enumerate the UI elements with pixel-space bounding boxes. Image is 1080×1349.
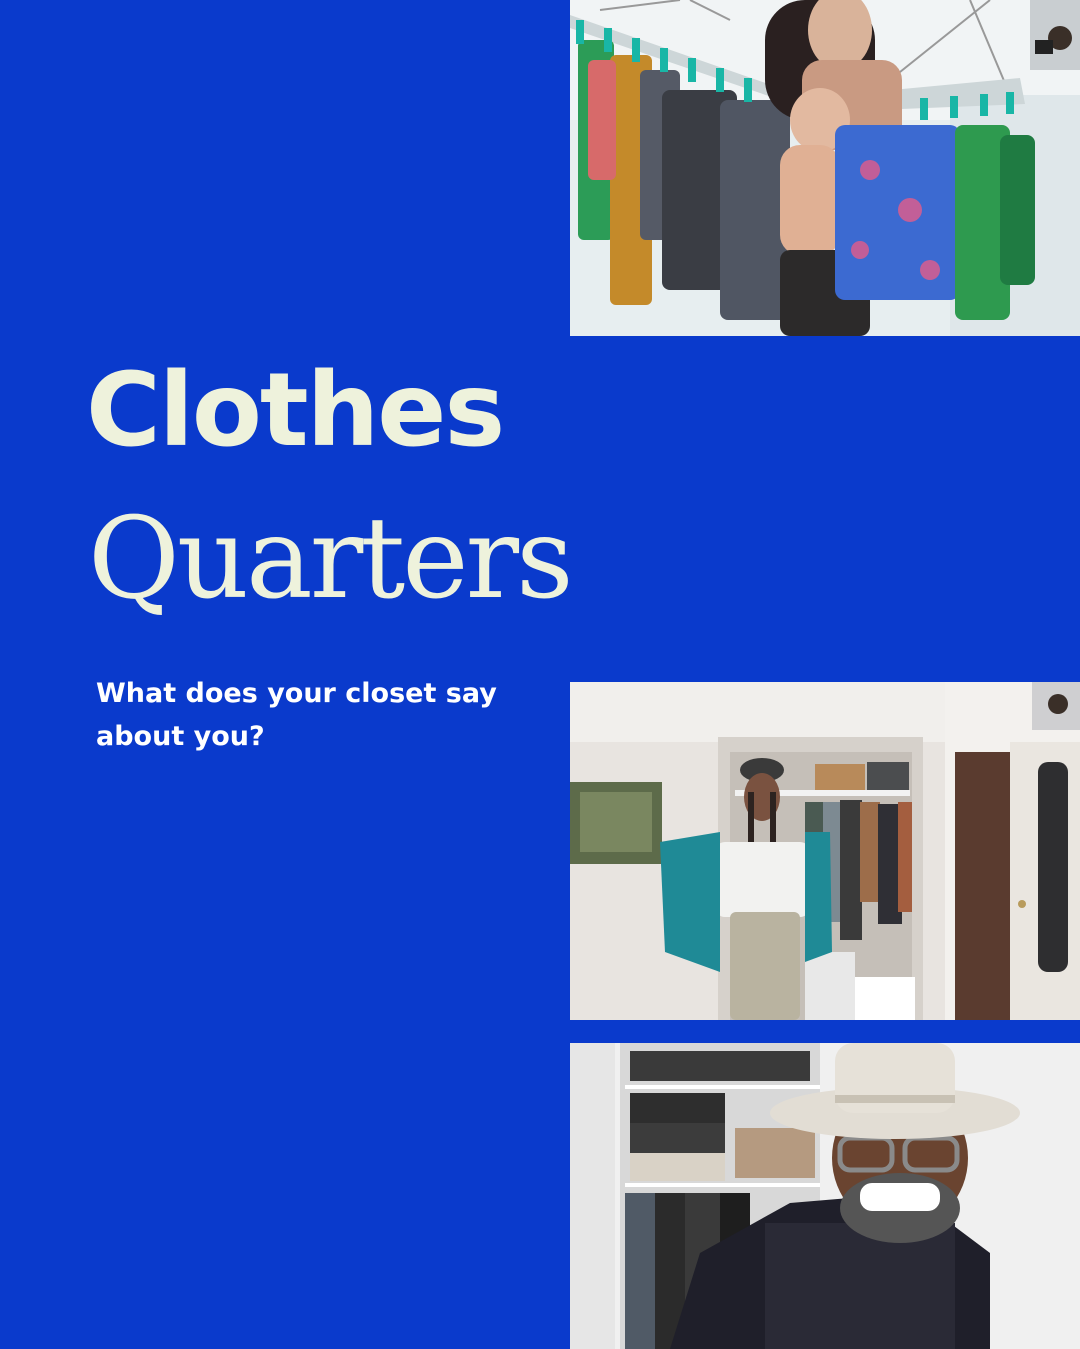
video-call-photo-closet-jacket: [570, 682, 1080, 1020]
title-clothes: Clothes: [86, 351, 505, 470]
video-call-photo-drying-rack: [570, 0, 1080, 336]
subtitle: What does your closet say about you?: [96, 678, 497, 752]
video-call-photo-hat-smiling: [570, 1043, 1080, 1349]
title-quarters: Quarters: [88, 494, 574, 624]
